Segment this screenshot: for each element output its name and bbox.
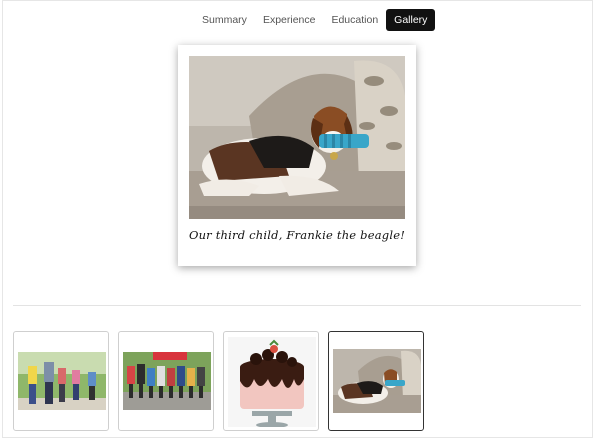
section-tabs: Summary Experience Education Gallery xyxy=(194,9,436,31)
thumbnail-strip xyxy=(13,331,424,431)
thumbnail-beagle[interactable] xyxy=(328,331,424,431)
thumbnail-cake[interactable] xyxy=(223,331,319,431)
tab-experience[interactable]: Experience xyxy=(255,9,324,31)
featured-photo-card: Our third child, Frankie the beagle! xyxy=(178,45,416,266)
thumbnail-race[interactable] xyxy=(118,331,214,431)
photo-caption: Our third child, Frankie the beagle! xyxy=(188,228,406,242)
tab-education[interactable]: Education xyxy=(323,9,386,31)
tab-summary[interactable]: Summary xyxy=(194,9,255,31)
featured-photo xyxy=(189,56,405,219)
tab-gallery[interactable]: Gallery xyxy=(386,9,436,31)
divider xyxy=(13,305,581,306)
thumbnail-walkers[interactable] xyxy=(13,331,109,431)
